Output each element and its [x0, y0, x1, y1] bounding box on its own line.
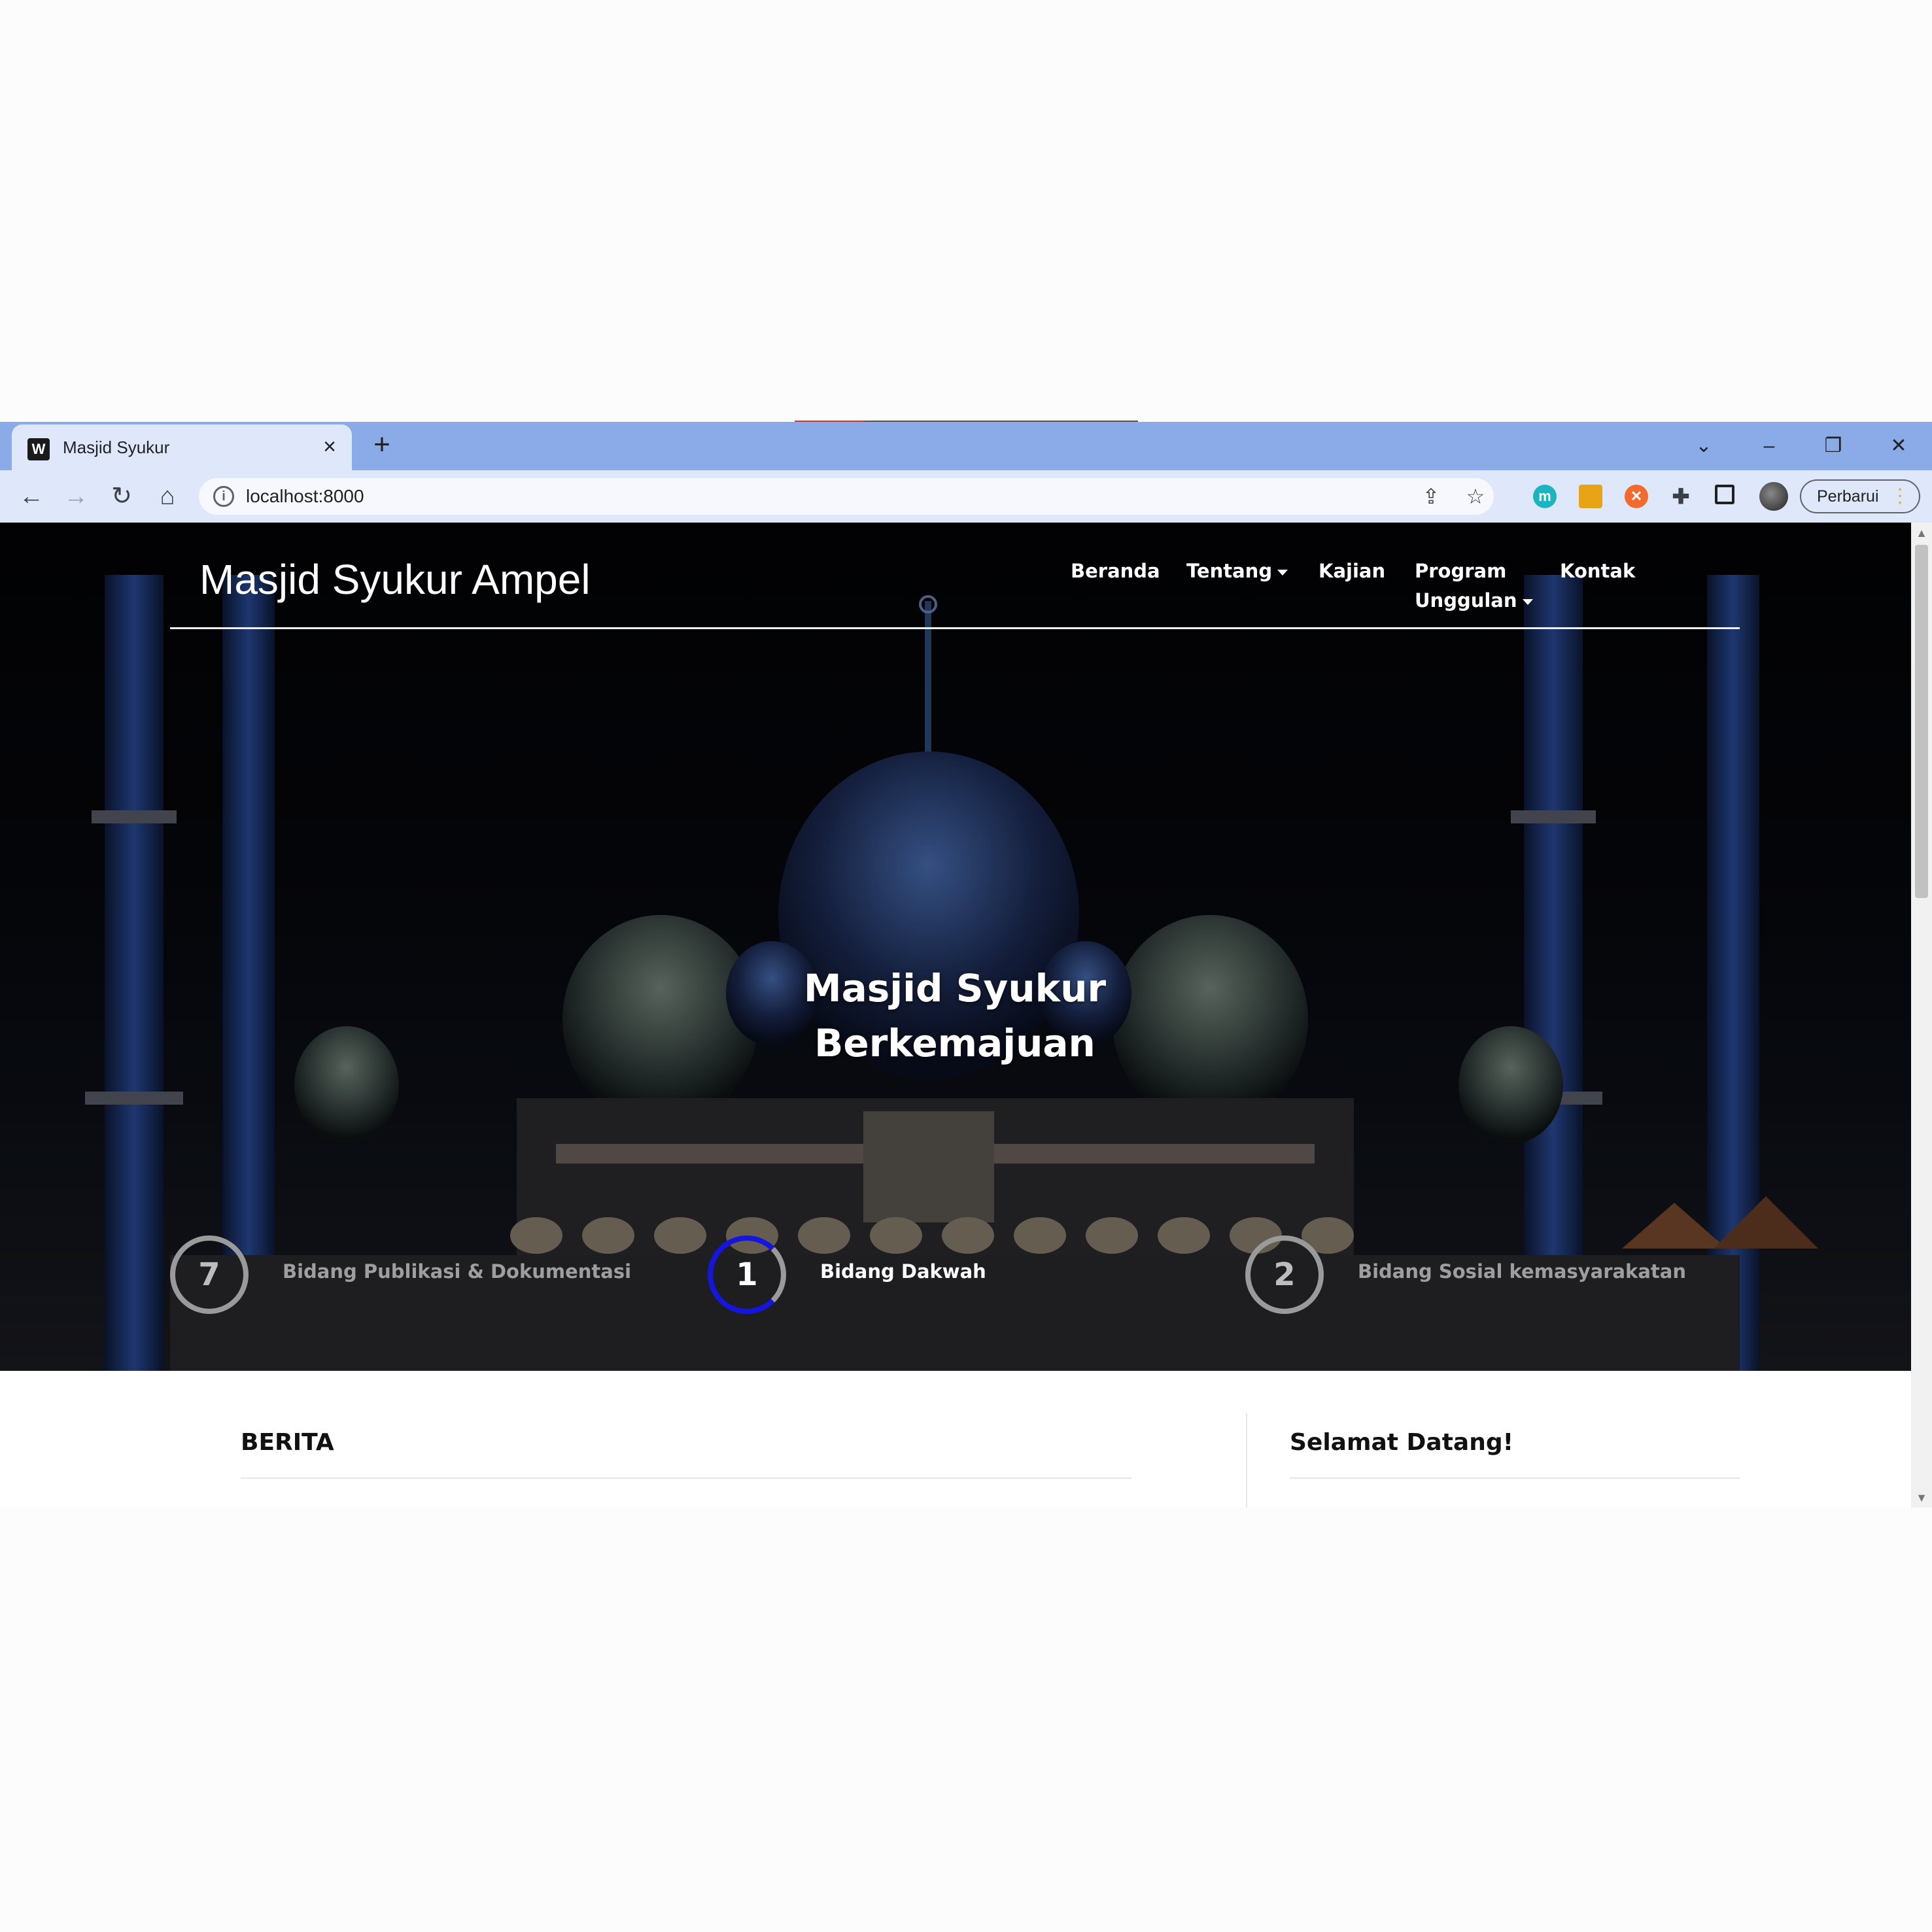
step-label: Bidang Publikasi & Dokumentasi: [283, 1260, 632, 1283]
hero-title-line1: Masjid Syukur: [803, 966, 1107, 1010]
nav-beranda[interactable]: Beranda: [1071, 557, 1160, 586]
scrollbar[interactable]: ▲ ▼: [1911, 523, 1932, 1508]
nav-program-line1: Program: [1415, 560, 1507, 582]
tab-strip: W Masjid Syukur × + ⌄ – ❐ ✕: [0, 422, 1932, 470]
reload-icon[interactable]: ↻: [105, 479, 139, 513]
welcome-title: Selamat Datang!: [1290, 1429, 1514, 1456]
home-icon[interactable]: ⌂: [150, 479, 184, 513]
step-number: 7: [170, 1235, 249, 1314]
nav-program-unggulan[interactable]: Program Unggulan: [1415, 557, 1533, 615]
tab-title: Masjid Syukur: [63, 438, 170, 457]
close-icon[interactable]: ×: [317, 434, 343, 460]
hero-title: Masjid Syukur Berkemajuan: [693, 961, 1216, 1071]
caret-down-icon: [1522, 598, 1533, 605]
scroll-down-icon[interactable]: ▼: [1911, 1491, 1932, 1505]
news-divider: [241, 1477, 1131, 1479]
step-number: 1: [708, 1235, 786, 1314]
favicon-icon: W: [27, 438, 50, 460]
more-icon: ⋮: [1890, 485, 1910, 507]
hero-overlay: [0, 523, 1911, 1371]
restore-button[interactable]: ❐: [1817, 430, 1850, 462]
ext-tag-icon[interactable]: [1579, 485, 1602, 508]
nav-program-line2: Unggulan: [1415, 589, 1517, 612]
ext-m-icon[interactable]: m: [1533, 485, 1557, 508]
step-label: Bidang Sosial kemasyarakatan: [1358, 1260, 1686, 1283]
update-label: Perbarui: [1817, 487, 1879, 506]
hero-banner: Masjid Syukur Ampel Beranda Tentang Kaji…: [0, 523, 1911, 1371]
puzzle-icon[interactable]: ✚: [1669, 485, 1693, 508]
avatar[interactable]: [1759, 482, 1788, 511]
nav-kontak[interactable]: Kontak: [1560, 557, 1635, 586]
caret-down-icon: [1277, 569, 1288, 576]
step-label: Bidang Dakwah: [820, 1260, 986, 1283]
back-arrow-icon[interactable]: ←: [14, 479, 48, 513]
info-icon[interactable]: i: [213, 486, 234, 507]
scroll-up-icon[interactable]: ▲: [1911, 526, 1932, 540]
url-text: localhost:8000: [246, 486, 364, 506]
star-icon[interactable]: ☆: [1461, 482, 1490, 511]
address-bar[interactable]: i localhost:8000 ⇪ ☆: [199, 478, 1494, 515]
ext-orange-icon[interactable]: ✕: [1625, 485, 1648, 508]
news-section-title: BERITA: [241, 1429, 334, 1456]
page-viewport: Masjid Syukur Ampel Beranda Tentang Kaji…: [0, 523, 1911, 1508]
nav-tentang[interactable]: Tentang: [1186, 557, 1288, 586]
welcome-divider: [1290, 1477, 1740, 1479]
column-divider: [1246, 1413, 1247, 1508]
share-icon[interactable]: ⇪: [1417, 482, 1445, 511]
browser-tab[interactable]: W Masjid Syukur ×: [12, 424, 352, 470]
tab-search-chevron-icon[interactable]: ⌄: [1687, 430, 1720, 462]
hero-title-line2: Berkemajuan: [814, 1021, 1095, 1065]
sidepanel-icon[interactable]: [1715, 485, 1734, 504]
step-number: 2: [1245, 1235, 1324, 1314]
nav-tentang-label: Tentang: [1186, 560, 1273, 582]
forward-arrow-icon[interactable]: →: [59, 479, 93, 513]
nav-kajian[interactable]: Kajian: [1319, 557, 1385, 586]
window-close-button[interactable]: ✕: [1882, 430, 1915, 462]
browser-window: W Masjid Syukur × + ⌄ – ❐ ✕ ← → ↻ ⌂ i lo…: [0, 421, 1932, 1508]
new-tab-button[interactable]: +: [368, 430, 396, 460]
update-button[interactable]: Perbarui ⋮: [1800, 479, 1920, 513]
scroll-thumb[interactable]: [1915, 545, 1928, 898]
minimize-button[interactable]: –: [1753, 430, 1785, 462]
nav-divider: [170, 627, 1740, 629]
browser-toolbar: ← → ↻ ⌂ i localhost:8000 ⇪ ☆ m ✕ ✚ Perba…: [0, 470, 1932, 523]
site-brand[interactable]: Masjid Syukur Ampel: [199, 555, 591, 604]
